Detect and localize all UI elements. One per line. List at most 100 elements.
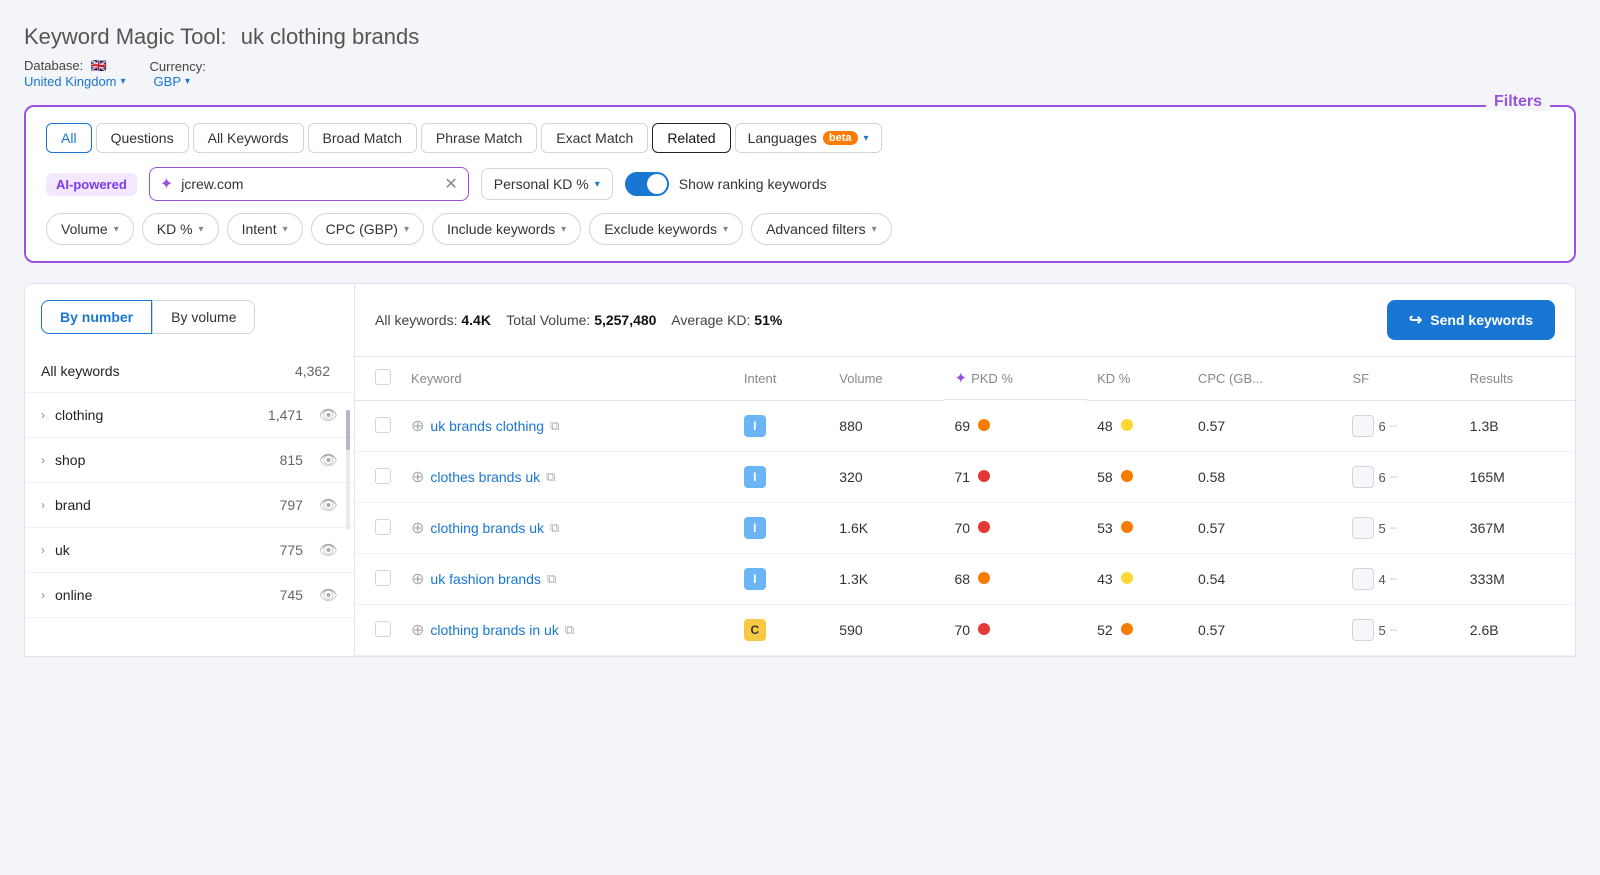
sidebar-online-eye-icon[interactable]: 👁 [319, 586, 338, 604]
sidebar-item-clothing[interactable]: › clothing 1,471 👁 [25, 393, 354, 438]
sidebar-tabs: By number By volume [25, 284, 354, 334]
kd-filter-button[interactable]: KD % ▾ [142, 213, 219, 245]
row5-sf-icon[interactable] [1352, 619, 1374, 641]
row2-keyword-link[interactable]: ⊕ clothes brands uk ⧉ [411, 467, 724, 487]
row4-checkbox[interactable] [375, 570, 391, 586]
row4-copy-icon[interactable]: ⧉ [547, 571, 556, 587]
sidebar-item-online[interactable]: › online 745 👁 [25, 573, 354, 618]
tab-all-keywords[interactable]: All Keywords [193, 123, 304, 153]
row5-copy-icon[interactable]: ⧉ [565, 622, 574, 638]
page-header: Keyword Magic Tool: uk clothing brands D… [24, 24, 1576, 89]
sidebar-brand-eye-icon[interactable]: 👁 [319, 496, 338, 514]
table-row: ⊕ uk brands clothing ⧉ I 880 69 48 0.57 [355, 401, 1575, 452]
database-value[interactable]: United Kingdom ▾ [24, 74, 126, 89]
row1-checkbox[interactable] [375, 417, 391, 433]
show-ranking-toggle[interactable] [625, 172, 669, 196]
row5-intent-badge: C [744, 619, 766, 641]
sidebar-uk-eye-icon[interactable]: 👁 [319, 541, 338, 559]
row1-add-icon[interactable]: ⊕ [411, 416, 424, 436]
sidebar-shop-eye-icon[interactable]: 👁 [319, 451, 338, 469]
tab-exact-match[interactable]: Exact Match [541, 123, 648, 153]
table-header-row: Keyword Intent Volume ✦ PKD % KD % CPC (… [355, 357, 1575, 401]
toggle-wrap: Show ranking keywords [625, 172, 827, 196]
personal-kd-button[interactable]: Personal KD % ▾ [481, 168, 613, 200]
cpc-filter-button[interactable]: CPC (GBP) ▾ [311, 213, 424, 245]
row4-add-icon[interactable]: ⊕ [411, 569, 424, 589]
row3-checkbox[interactable] [375, 519, 391, 535]
sidebar-scrollbar-thumb [346, 410, 350, 450]
row5-keyword-cell: ⊕ clothing brands in uk ⧉ [401, 605, 734, 656]
tab-questions[interactable]: Questions [96, 123, 189, 153]
sidebar-tab-by-volume[interactable]: By volume [152, 300, 255, 334]
row4-pkd-dot [978, 572, 990, 584]
select-all-checkbox[interactable] [375, 369, 391, 385]
exclude-chevron-icon: ▾ [723, 224, 728, 235]
row1-cpc-cell: 0.57 [1188, 401, 1343, 452]
sidebar-item-brand[interactable]: › brand 797 👁 [25, 483, 354, 528]
sidebar-item-all-keywords[interactable]: All keywords 4,362 [25, 350, 354, 393]
database-chevron-icon: ▾ [121, 76, 126, 87]
row3-sf-icon[interactable] [1352, 517, 1374, 539]
avg-kd-value: 51% [754, 312, 782, 328]
row2-copy-icon[interactable]: ⧉ [546, 469, 555, 485]
sidebar-item-shop[interactable]: › shop 815 👁 [25, 438, 354, 483]
kd-label: KD % [157, 221, 193, 237]
col-kd: KD % [1087, 357, 1188, 401]
sidebar: By number By volume All keywords 4,362 ›… [25, 284, 355, 656]
row1-copy-icon[interactable]: ⧉ [550, 418, 559, 434]
row4-sf-icon[interactable] [1352, 568, 1374, 590]
row5-checkbox[interactable] [375, 621, 391, 637]
ai-powered-badge: AI-powered [46, 173, 137, 196]
row4-kd-dot [1121, 572, 1133, 584]
row4-kd-cell: 43 [1087, 554, 1188, 605]
sidebar-clothing-count: 1,471 [268, 407, 303, 423]
send-keywords-button[interactable]: ↪ Send keywords [1387, 300, 1555, 340]
intent-filter-button[interactable]: Intent ▾ [227, 213, 303, 245]
row1-sf-cell: 6-- [1342, 401, 1459, 452]
sidebar-item-uk[interactable]: › uk 775 👁 [25, 528, 354, 573]
exclude-keywords-button[interactable]: Exclude keywords ▾ [589, 213, 743, 245]
row3-add-icon[interactable]: ⊕ [411, 518, 424, 538]
row2-sf-icon[interactable] [1352, 466, 1374, 488]
row3-copy-icon[interactable]: ⧉ [550, 520, 559, 536]
ai-domain-input[interactable] [181, 176, 436, 192]
ai-input-wrap: ✦ ✕ [149, 167, 469, 201]
sidebar-list-wrap: All keywords 4,362 › clothing 1,471 👁 › … [25, 350, 354, 618]
include-keywords-button[interactable]: Include keywords ▾ [432, 213, 581, 245]
row1-keyword-cell: ⊕ uk brands clothing ⧉ [401, 401, 734, 452]
row5-pkd-dot [978, 623, 990, 635]
advanced-filters-button[interactable]: Advanced filters ▾ [751, 213, 892, 245]
volume-filter-button[interactable]: Volume ▾ [46, 213, 134, 245]
row1-sf-icon[interactable] [1352, 415, 1374, 437]
row2-intent-cell: I [734, 452, 829, 503]
tab-languages[interactable]: Languages beta ▾ [735, 123, 882, 153]
row4-volume-cell: 1.3K [829, 554, 944, 605]
cpc-chevron-icon: ▾ [404, 224, 409, 235]
row4-keyword-link[interactable]: ⊕ uk fashion brands ⧉ [411, 569, 724, 589]
col-pkd: ✦ PKD % [944, 357, 1087, 400]
row4-cpc-cell: 0.54 [1188, 554, 1343, 605]
row2-add-icon[interactable]: ⊕ [411, 467, 424, 487]
row1-pkd-dot [978, 419, 990, 431]
currency-label: Currency: GBP ▾ [150, 59, 206, 89]
sidebar-clothing-eye-icon[interactable]: 👁 [319, 406, 338, 424]
row5-add-icon[interactable]: ⊕ [411, 620, 424, 640]
col-keyword: Keyword [401, 357, 734, 401]
currency-value[interactable]: GBP ▾ [154, 74, 206, 89]
row5-keyword-link[interactable]: ⊕ clothing brands in uk ⧉ [411, 620, 724, 640]
ai-clear-icon[interactable]: ✕ [444, 174, 457, 194]
sidebar-tab-by-number[interactable]: By number [41, 300, 152, 334]
row2-checkbox[interactable] [375, 468, 391, 484]
tab-phrase-match[interactable]: Phrase Match [421, 123, 537, 153]
row5-keyword-text: clothing brands in uk [430, 622, 558, 638]
sidebar-list: All keywords 4,362 › clothing 1,471 👁 › … [25, 350, 354, 618]
sidebar-shop-label: shop [55, 452, 272, 468]
personal-kd-chevron-icon: ▾ [595, 179, 600, 190]
row3-pkd-cell: 70 [944, 503, 1087, 554]
row3-keyword-link[interactable]: ⊕ clothing brands uk ⧉ [411, 518, 724, 538]
row1-keyword-link[interactable]: ⊕ uk brands clothing ⧉ [411, 416, 724, 436]
tab-related[interactable]: Related [652, 123, 730, 153]
tab-broad-match[interactable]: Broad Match [308, 123, 417, 153]
row2-checkbox-cell [355, 452, 401, 503]
tab-all[interactable]: All [46, 123, 92, 153]
